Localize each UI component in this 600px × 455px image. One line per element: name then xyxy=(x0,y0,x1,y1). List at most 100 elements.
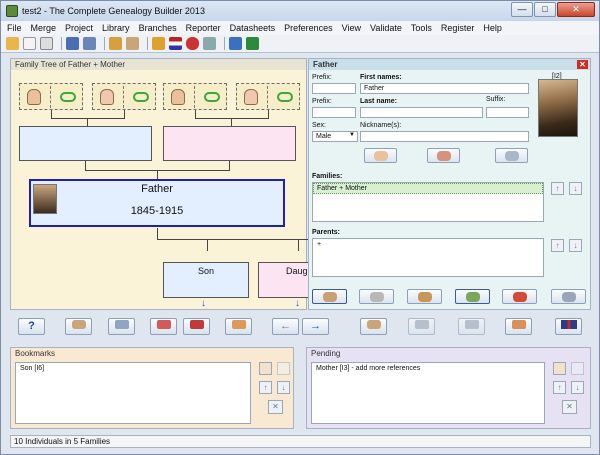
people-button[interactable] xyxy=(505,318,532,335)
tools-icon[interactable] xyxy=(203,37,216,50)
nickname-input[interactable] xyxy=(360,131,529,142)
empty-family-slot[interactable] xyxy=(236,83,300,110)
selected-person-box[interactable]: Father 1845-1915 xyxy=(29,179,285,227)
add-pending-icon[interactable] xyxy=(553,362,566,375)
minimize-button[interactable]: — xyxy=(511,2,533,17)
pending-item[interactable]: Mother [I3] - add more references xyxy=(312,363,544,374)
move-up-arrow-icon[interactable]: ↑ xyxy=(259,381,272,394)
pending-group-icon[interactable] xyxy=(571,362,584,375)
menu-tools[interactable]: Tools xyxy=(411,23,432,33)
add-bookmark-icon[interactable] xyxy=(259,362,272,375)
families-list[interactable]: Father + Mother xyxy=(312,182,544,222)
compare-button[interactable] xyxy=(408,318,435,335)
move-down-arrow-icon[interactable]: ↓ xyxy=(569,182,582,195)
flag-icon[interactable] xyxy=(169,37,182,50)
add-father-icon[interactable] xyxy=(171,89,185,105)
add-mother-icon[interactable] xyxy=(244,89,258,105)
record-icon[interactable] xyxy=(186,37,199,50)
library-icon[interactable] xyxy=(152,37,165,50)
pending-list[interactable]: Mother [I3] - add more references xyxy=(311,362,545,424)
move-up-arrow-icon[interactable]: ↑ xyxy=(553,381,566,394)
close-button[interactable]: ✕ xyxy=(557,2,595,17)
chevron-down-icon[interactable]: ▼ xyxy=(349,132,355,138)
add-father-icon[interactable] xyxy=(27,89,41,105)
move-up-arrow-icon[interactable]: ↑ xyxy=(551,182,564,195)
bookmarks-list[interactable]: Son [I6] xyxy=(15,362,251,424)
move-down-arrow-icon[interactable]: ↓ xyxy=(277,381,290,394)
empty-family-slot[interactable] xyxy=(19,83,83,110)
bookmark-item[interactable]: Son [I6] xyxy=(16,363,250,374)
family-icon[interactable] xyxy=(126,37,139,50)
tab-details[interactable] xyxy=(551,289,586,304)
save-all-icon[interactable] xyxy=(83,37,96,50)
add-mother-icon[interactable] xyxy=(100,89,114,105)
child-box-son[interactable]: Son xyxy=(163,262,249,298)
remove-pending-icon[interactable]: ✕ xyxy=(562,400,577,414)
last-name-input[interactable] xyxy=(360,107,483,118)
add-relative-button[interactable] xyxy=(225,318,252,335)
bookmark-group-icon[interactable] xyxy=(277,362,290,375)
last-prefix-input[interactable] xyxy=(312,107,356,118)
menu-preferences[interactable]: Preferences xyxy=(284,23,333,33)
menu-branches[interactable]: Branches xyxy=(139,23,177,33)
exit-icon[interactable] xyxy=(246,37,259,50)
menu-project[interactable]: Project xyxy=(65,23,93,33)
parents-list[interactable]: + xyxy=(312,238,544,277)
first-names-input[interactable]: Father xyxy=(360,83,529,94)
menu-merge[interactable]: Merge xyxy=(31,23,57,33)
open-folder-icon[interactable] xyxy=(6,37,19,50)
move-up-arrow-icon[interactable]: ↑ xyxy=(551,239,564,252)
marriage-rings-icon[interactable] xyxy=(133,92,149,102)
child-box-daughter[interactable]: Daugh xyxy=(258,262,308,298)
menu-library[interactable]: Library xyxy=(102,23,130,33)
document-icon[interactable] xyxy=(40,37,53,50)
menu-register[interactable]: Register xyxy=(441,23,475,33)
menu-view[interactable]: View xyxy=(342,23,361,33)
suffix-input[interactable] xyxy=(486,107,529,118)
tab-notes[interactable] xyxy=(312,289,347,304)
tab-picture[interactable] xyxy=(455,289,490,304)
marriage-rings-icon[interactable] xyxy=(204,92,220,102)
remove-button[interactable] xyxy=(458,318,485,335)
add-spouse-button[interactable] xyxy=(495,148,528,163)
empty-family-slot[interactable] xyxy=(92,83,156,110)
move-down-arrow-icon[interactable]: ↓ xyxy=(569,239,582,252)
close-panel-icon[interactable]: ✕ xyxy=(577,60,588,69)
help-button[interactable]: ? xyxy=(18,318,45,335)
language-button[interactable] xyxy=(555,318,582,335)
save-icon[interactable] xyxy=(66,37,79,50)
add-father-button[interactable] xyxy=(364,148,397,163)
forward-button[interactable]: → xyxy=(302,318,329,335)
remove-bookmark-icon[interactable]: ✕ xyxy=(268,400,283,414)
person-portrait[interactable] xyxy=(538,79,578,137)
family-list-item[interactable]: Father + Mother xyxy=(313,183,543,194)
tab-events[interactable] xyxy=(359,289,394,304)
tree-icon[interactable] xyxy=(109,37,122,50)
tab-media[interactable] xyxy=(407,289,442,304)
expand-down-arrow-icon[interactable]: ↓ xyxy=(295,298,300,309)
menu-file[interactable]: File xyxy=(7,23,22,33)
expand-down-arrow-icon[interactable]: ↓ xyxy=(201,298,206,309)
prefix-input[interactable] xyxy=(312,83,356,94)
grandparent-box-male[interactable] xyxy=(19,126,152,161)
search-person-button[interactable] xyxy=(65,318,92,335)
parents-list-item[interactable]: + xyxy=(313,239,543,250)
new-file-icon[interactable] xyxy=(23,37,36,50)
add-parents-button[interactable] xyxy=(427,148,460,163)
marriage-rings-icon[interactable] xyxy=(60,92,76,102)
marriage-rings-icon[interactable] xyxy=(277,92,293,102)
tab-sources[interactable] xyxy=(502,289,537,304)
grandparent-box-female[interactable] xyxy=(163,126,296,161)
find-button[interactable] xyxy=(360,318,387,335)
delete-person-button[interactable] xyxy=(183,318,210,335)
menu-reporter[interactable]: Reporter xyxy=(186,23,221,33)
edit-person-button[interactable] xyxy=(108,318,135,335)
menu-validate[interactable]: Validate xyxy=(370,23,402,33)
maximize-button[interactable]: □ xyxy=(534,2,556,17)
menu-help[interactable]: Help xyxy=(483,23,502,33)
menu-datasheets[interactable]: Datasheets xyxy=(230,23,276,33)
back-button[interactable]: ← xyxy=(272,318,299,335)
empty-family-slot[interactable] xyxy=(163,83,227,110)
unlink-button[interactable] xyxy=(150,318,177,335)
book-icon[interactable] xyxy=(229,37,242,50)
